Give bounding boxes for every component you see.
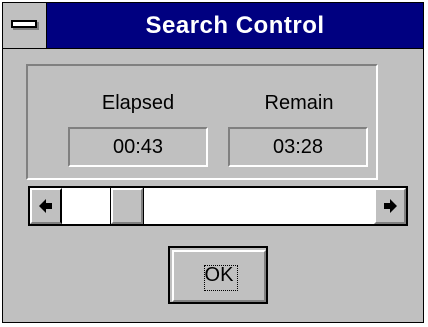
elapsed-time-field: 00:43 xyxy=(68,127,208,167)
remain-time-field: 03:28 xyxy=(228,127,368,167)
window-title: Search Control xyxy=(145,12,325,39)
system-menu-icon xyxy=(11,20,37,28)
scroll-thumb[interactable] xyxy=(110,187,144,225)
remain-label: Remain xyxy=(264,92,334,114)
title-bar[interactable]: Search Control xyxy=(3,3,423,49)
ok-button-label: OK xyxy=(204,264,234,286)
system-menu-button[interactable] xyxy=(3,3,47,48)
scroll-left-button[interactable] xyxy=(30,188,62,224)
ok-button-face: OK xyxy=(172,250,266,302)
arrow-left-icon xyxy=(39,199,52,213)
arrow-right-icon xyxy=(384,199,397,213)
elapsed-label: Elapsed xyxy=(101,92,175,114)
search-progress-scrollbar[interactable] xyxy=(28,186,408,226)
scroll-right-button[interactable] xyxy=(374,188,406,224)
ok-button[interactable]: OK xyxy=(168,246,268,304)
